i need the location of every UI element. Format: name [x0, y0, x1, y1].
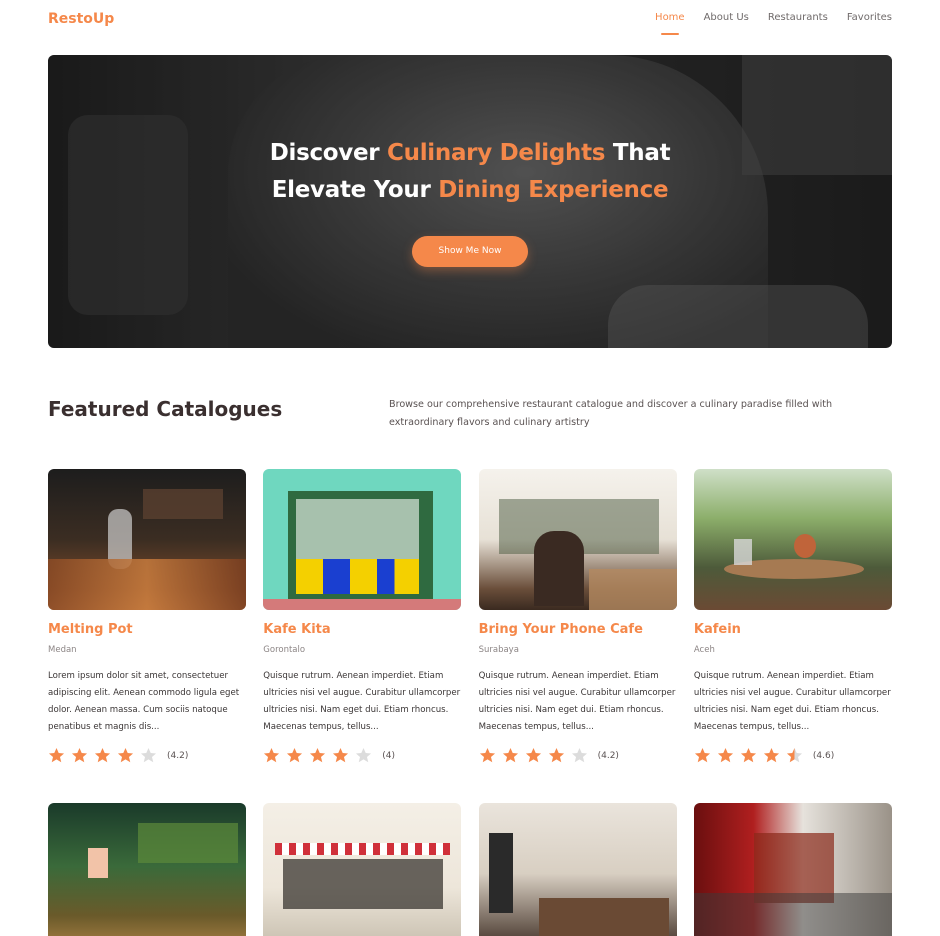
- star-icon: [479, 748, 495, 763]
- restaurant-city: Medan: [48, 645, 77, 655]
- photo-detail: [533, 531, 584, 606]
- star-icon: [525, 748, 541, 763]
- photo-detail: [588, 569, 677, 610]
- photo-detail: [275, 843, 451, 855]
- star-icon: [571, 748, 587, 763]
- restaurant-name[interactable]: Kafe Kita: [263, 622, 330, 637]
- restaurant-name[interactable]: Kafein: [694, 622, 741, 637]
- restaurant-card[interactable]: Melting Pot Medan Lorem ipsum dolor sit …: [48, 469, 246, 789]
- photo-detail: [263, 599, 462, 610]
- hero-heading-highlight: Culinary Delights: [387, 140, 606, 166]
- photo-detail: [143, 489, 223, 519]
- restaurant-photo[interactable]: [48, 803, 246, 936]
- star-icon: [333, 748, 349, 763]
- photo-detail: [693, 893, 892, 936]
- photo-detail: [296, 559, 420, 594]
- restaurant-description: Quisque rutrum. Aenean imperdiet. Etiam …: [263, 671, 461, 732]
- section-description: Browse our comprehensive restaurant cata…: [389, 399, 833, 428]
- star-icon: [310, 748, 326, 763]
- hero-heading-part: Elevate Your: [271, 177, 439, 203]
- restaurant-name[interactable]: Bring Your Phone Cafe: [479, 622, 643, 637]
- star-icon: [740, 748, 756, 763]
- restaurant-grid: Melting Pot Medan Lorem ipsum dolor sit …: [48, 469, 892, 789]
- star-icon: [117, 748, 134, 763]
- nav-link-about[interactable]: About Us: [704, 12, 749, 27]
- star-icon: [786, 748, 802, 763]
- rating-value: (4.6): [812, 750, 835, 761]
- photo-detail: [538, 898, 669, 936]
- rating-stars: [263, 747, 372, 764]
- section-title: Featured Catalogues: [48, 397, 283, 421]
- star-icon: [548, 748, 564, 763]
- main-menu: Home About Us Restaurants Favorites: [655, 12, 892, 35]
- nav-link-favorites[interactable]: Favorites: [847, 12, 892, 27]
- restaurant-city: Aceh: [693, 645, 715, 655]
- star-icon: [71, 748, 88, 763]
- rating-stars: [694, 747, 803, 764]
- restaurant-city: Surabaya: [478, 645, 519, 655]
- star-icon: [287, 748, 303, 763]
- nav-link-home[interactable]: Home: [655, 12, 685, 35]
- star-icon: [694, 748, 710, 763]
- photo-detail: [138, 823, 238, 863]
- star-icon: [94, 748, 111, 763]
- restaurant-photo[interactable]: [478, 803, 677, 936]
- restaurant-photo[interactable]: [693, 469, 892, 610]
- restaurant-grid-row-2: [48, 803, 892, 936]
- restaurant-photo[interactable]: [693, 803, 892, 936]
- restaurant-description: Quisque rutrum. Aenean imperdiet. Etiam …: [478, 671, 676, 732]
- top-navbar: RestoUp Home About Us Restaurants Favori…: [0, 0, 940, 40]
- hero-heading-part: Discover: [269, 140, 388, 166]
- photo-detail: [296, 499, 420, 561]
- restaurant-description: Quisque rutrum. Aenean imperdiet. Etiam …: [693, 671, 891, 732]
- photo-detail: [283, 859, 444, 909]
- star-icon: [763, 748, 779, 763]
- restaurant-photo[interactable]: [263, 469, 462, 610]
- rating-value: (4): [382, 750, 396, 761]
- restaurant-name[interactable]: Melting Pot: [48, 622, 133, 637]
- rating: (4.6): [694, 747, 834, 764]
- rating: (4.2): [48, 747, 188, 764]
- rating-stars: [48, 747, 157, 764]
- star-icon: [356, 748, 372, 763]
- rating-stars: [479, 747, 588, 764]
- restaurant-card[interactable]: Bring Your Phone Cafe Surabaya Quisque r…: [478, 469, 677, 789]
- photo-detail: [48, 559, 246, 610]
- star-icon: [502, 748, 518, 763]
- restaurant-photo[interactable]: [478, 469, 677, 610]
- restaurant-card[interactable]: Kafe Kita Gorontalo Quisque rutrum. Aene…: [263, 469, 462, 789]
- restaurant-photo[interactable]: [263, 803, 462, 936]
- photo-detail: [88, 848, 108, 878]
- nav-link-restaurants[interactable]: Restaurants: [768, 12, 828, 27]
- hero-heading: Discover Culinary Delights That Elevate …: [48, 135, 892, 209]
- hero-heading-part: That: [605, 140, 671, 166]
- star-icon: [717, 748, 733, 763]
- restaurant-description: Lorem ipsum dolor sit amet, consectetuer…: [48, 671, 240, 732]
- star-icon: [48, 748, 65, 763]
- rating-value: (4.2): [597, 750, 619, 761]
- hero-heading-highlight: Dining Experience: [438, 177, 669, 203]
- brand-logo[interactable]: RestoUp: [48, 11, 114, 27]
- photo-detail: [733, 539, 752, 565]
- show-me-now-button[interactable]: Show Me Now: [412, 236, 528, 267]
- photo-detail: [488, 833, 513, 913]
- rating: (4): [263, 747, 395, 764]
- photo-detail: [793, 534, 816, 558]
- hero-banner: Discover Culinary Delights That Elevate …: [48, 55, 892, 348]
- rating-value: (4.2): [167, 750, 189, 761]
- star-icon: [140, 748, 157, 763]
- rating: (4.2): [479, 747, 619, 764]
- restaurant-card[interactable]: Kafein Aceh Quisque rutrum. Aenean imper…: [693, 469, 892, 789]
- restaurant-city: Gorontalo: [263, 645, 306, 655]
- restaurant-photo[interactable]: [48, 469, 246, 610]
- star-icon: [264, 748, 280, 763]
